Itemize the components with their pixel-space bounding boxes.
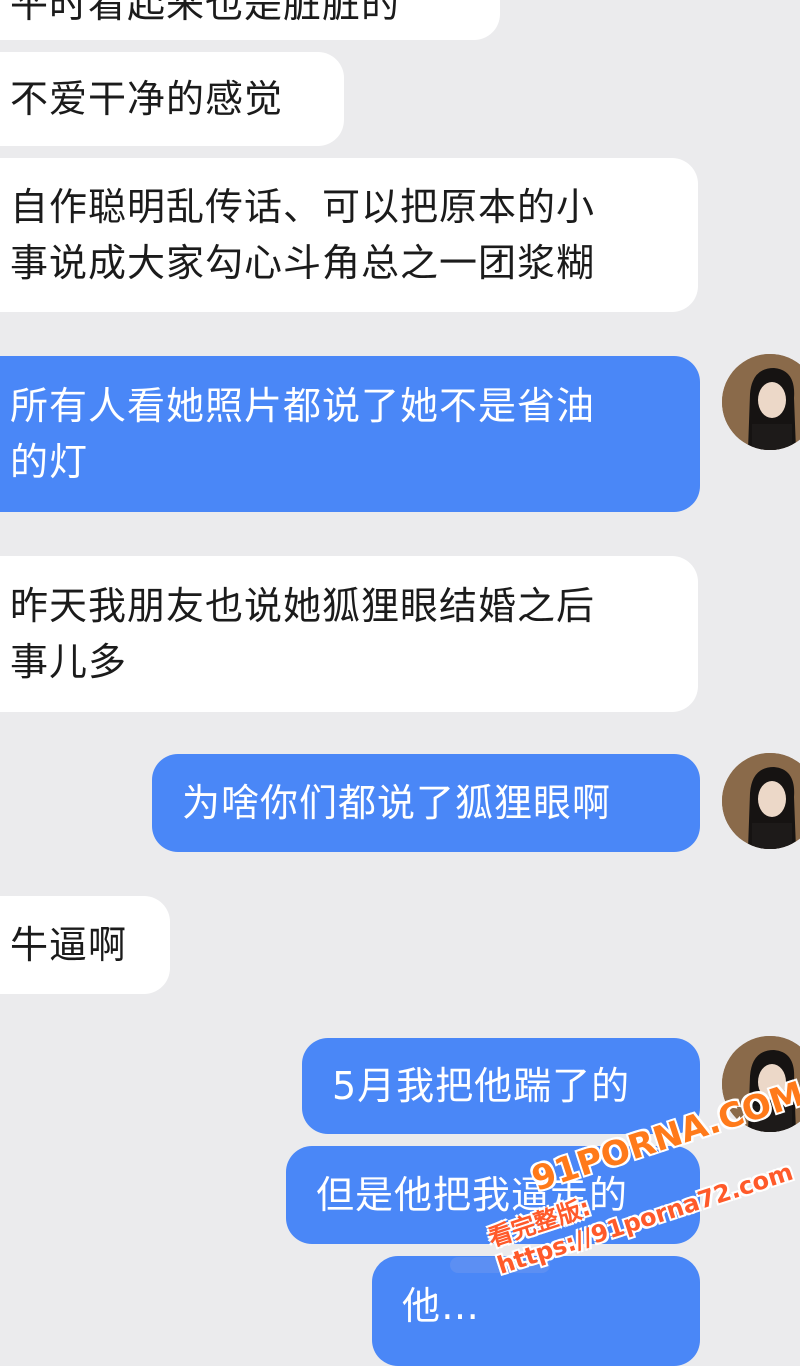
message-text: 事儿多 (10, 640, 128, 684)
message-text: 5月我把他踹了的 (332, 1064, 631, 1108)
message-text: 为啥你们都说了狐狸眼啊 (182, 781, 612, 825)
message-text: 所有人看她照片都说了她不是省油 (10, 384, 596, 428)
received-message[interactable]: 不爱干净的感觉 (0, 52, 344, 146)
avatar-photo-icon (722, 753, 800, 849)
received-message[interactable]: 自作聪明乱传话、可以把原本的小 事说成大家勾心斗角总之一团浆糊 (0, 158, 698, 312)
user-avatar[interactable] (722, 753, 800, 849)
message-text: 事说成大家勾心斗角总之一团浆糊 (10, 241, 596, 285)
message-text: 昨天我朋友也说她狐狸眼结婚之后 (10, 584, 596, 628)
sent-message[interactable]: 为啥你们都说了狐狸眼啊 (152, 754, 700, 852)
message-text: 平时看起来也是脏脏的 (10, 0, 401, 26)
received-message[interactable]: 牛逼啊 (0, 896, 170, 994)
received-message[interactable]: 昨天我朋友也说她狐狸眼结婚之后 事儿多 (0, 556, 698, 712)
message-text: 不爱干净的感觉 (10, 77, 284, 121)
message-text: 自作聪明乱传话、可以把原本的小 (10, 185, 596, 229)
user-avatar[interactable] (722, 354, 800, 450)
sent-message[interactable]: 所有人看她照片都说了她不是省油 的灯 (0, 356, 700, 512)
message-text: 牛逼啊 (10, 923, 128, 967)
message-text: 他… (402, 1284, 481, 1328)
avatar-photo-icon (722, 354, 800, 450)
message-text: 的灯 (10, 440, 89, 484)
received-message[interactable]: 平时看起来也是脏脏的 (0, 0, 500, 40)
sent-message[interactable]: 5月我把他踹了的 (302, 1038, 700, 1134)
